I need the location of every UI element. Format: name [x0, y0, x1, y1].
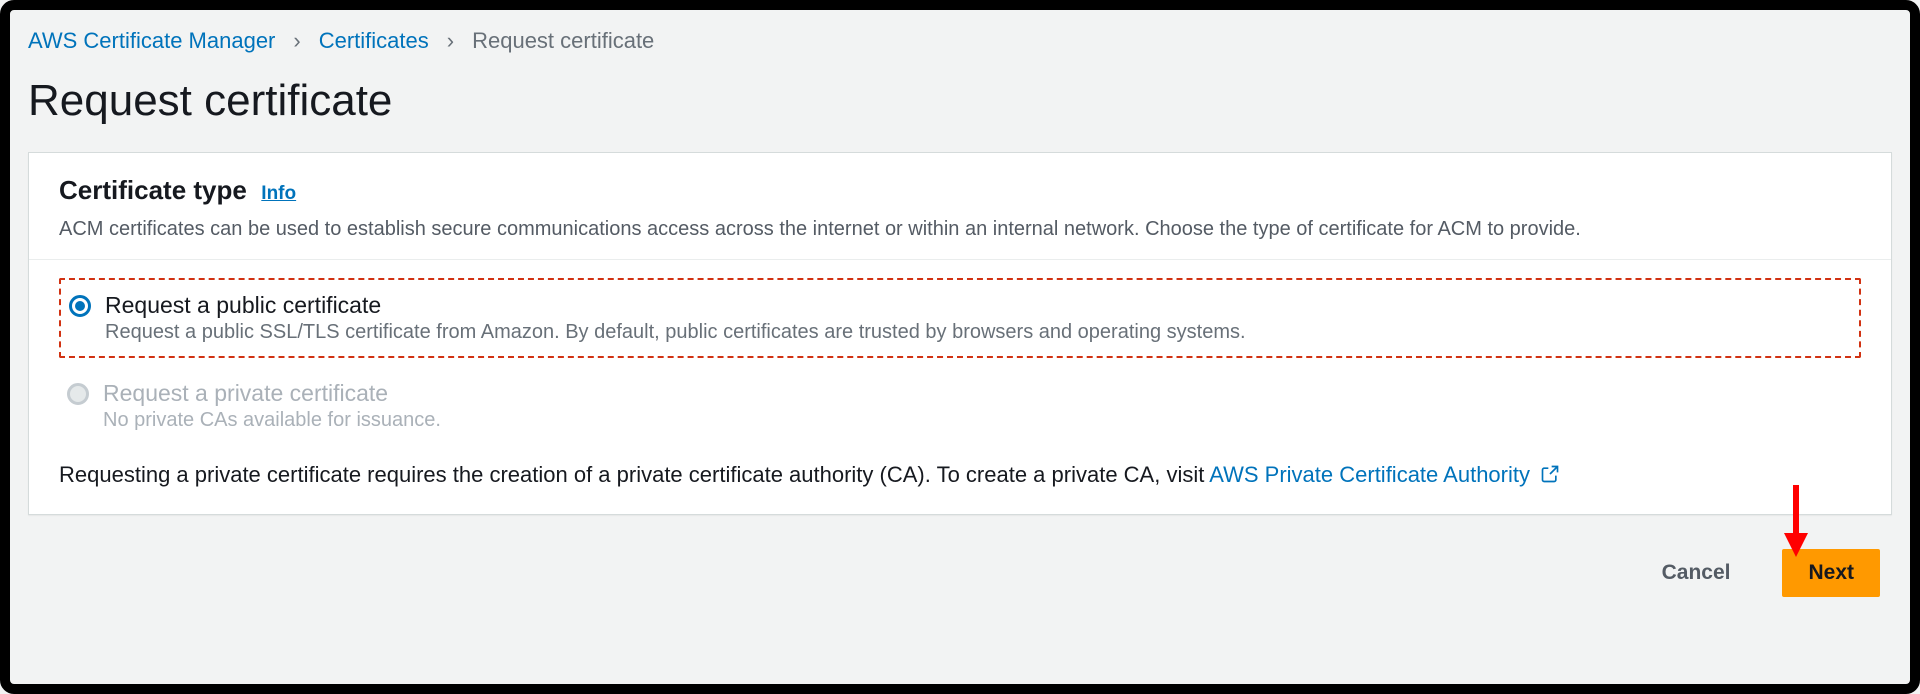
option-public-title: Request a public certificate — [105, 292, 1246, 319]
option-private-desc: No private CAs available for issuance. — [103, 409, 441, 432]
radio-selected-icon[interactable] — [69, 295, 91, 317]
card-body: Request a public certificate Request a p… — [29, 260, 1891, 514]
breadcrumb-certificates-link[interactable]: Certificates — [319, 28, 429, 54]
wizard-button-row: Cancel Next — [28, 549, 1880, 597]
external-link-icon — [1540, 464, 1560, 484]
page-title: Request certificate — [28, 76, 1910, 126]
chevron-right-icon: › — [447, 28, 454, 54]
card-header: Certificate type Info ACM certificates c… — [29, 153, 1891, 260]
chevron-right-icon: › — [293, 28, 300, 54]
breadcrumb-root-link[interactable]: AWS Certificate Manager — [28, 28, 275, 54]
option-public-desc: Request a public SSL/TLS certificate fro… — [105, 321, 1246, 344]
option-public-certificate[interactable]: Request a public certificate Request a p… — [59, 278, 1861, 358]
next-button[interactable]: Next — [1782, 549, 1880, 597]
breadcrumb-current: Request certificate — [472, 28, 654, 54]
card-heading: Certificate type — [59, 175, 247, 205]
private-ca-link-text: AWS Private Certificate Authority — [1209, 462, 1530, 487]
option-private-title: Request a private certificate — [103, 380, 441, 407]
private-ca-link[interactable]: AWS Private Certificate Authority — [1209, 462, 1560, 487]
info-link[interactable]: Info — [261, 183, 296, 204]
option-private-certificate: Request a private certificate No private… — [59, 368, 1861, 444]
certificate-type-card: Certificate type Info ACM certificates c… — [28, 152, 1892, 515]
private-ca-footnote: Requesting a private certificate require… — [59, 462, 1861, 488]
breadcrumb: AWS Certificate Manager › Certificates ›… — [28, 28, 1910, 54]
card-description: ACM certificates can be used to establis… — [59, 218, 1861, 241]
cancel-button[interactable]: Cancel — [1636, 549, 1757, 597]
radio-disabled-icon — [67, 383, 89, 405]
footnote-text: Requesting a private certificate require… — [59, 462, 1209, 487]
